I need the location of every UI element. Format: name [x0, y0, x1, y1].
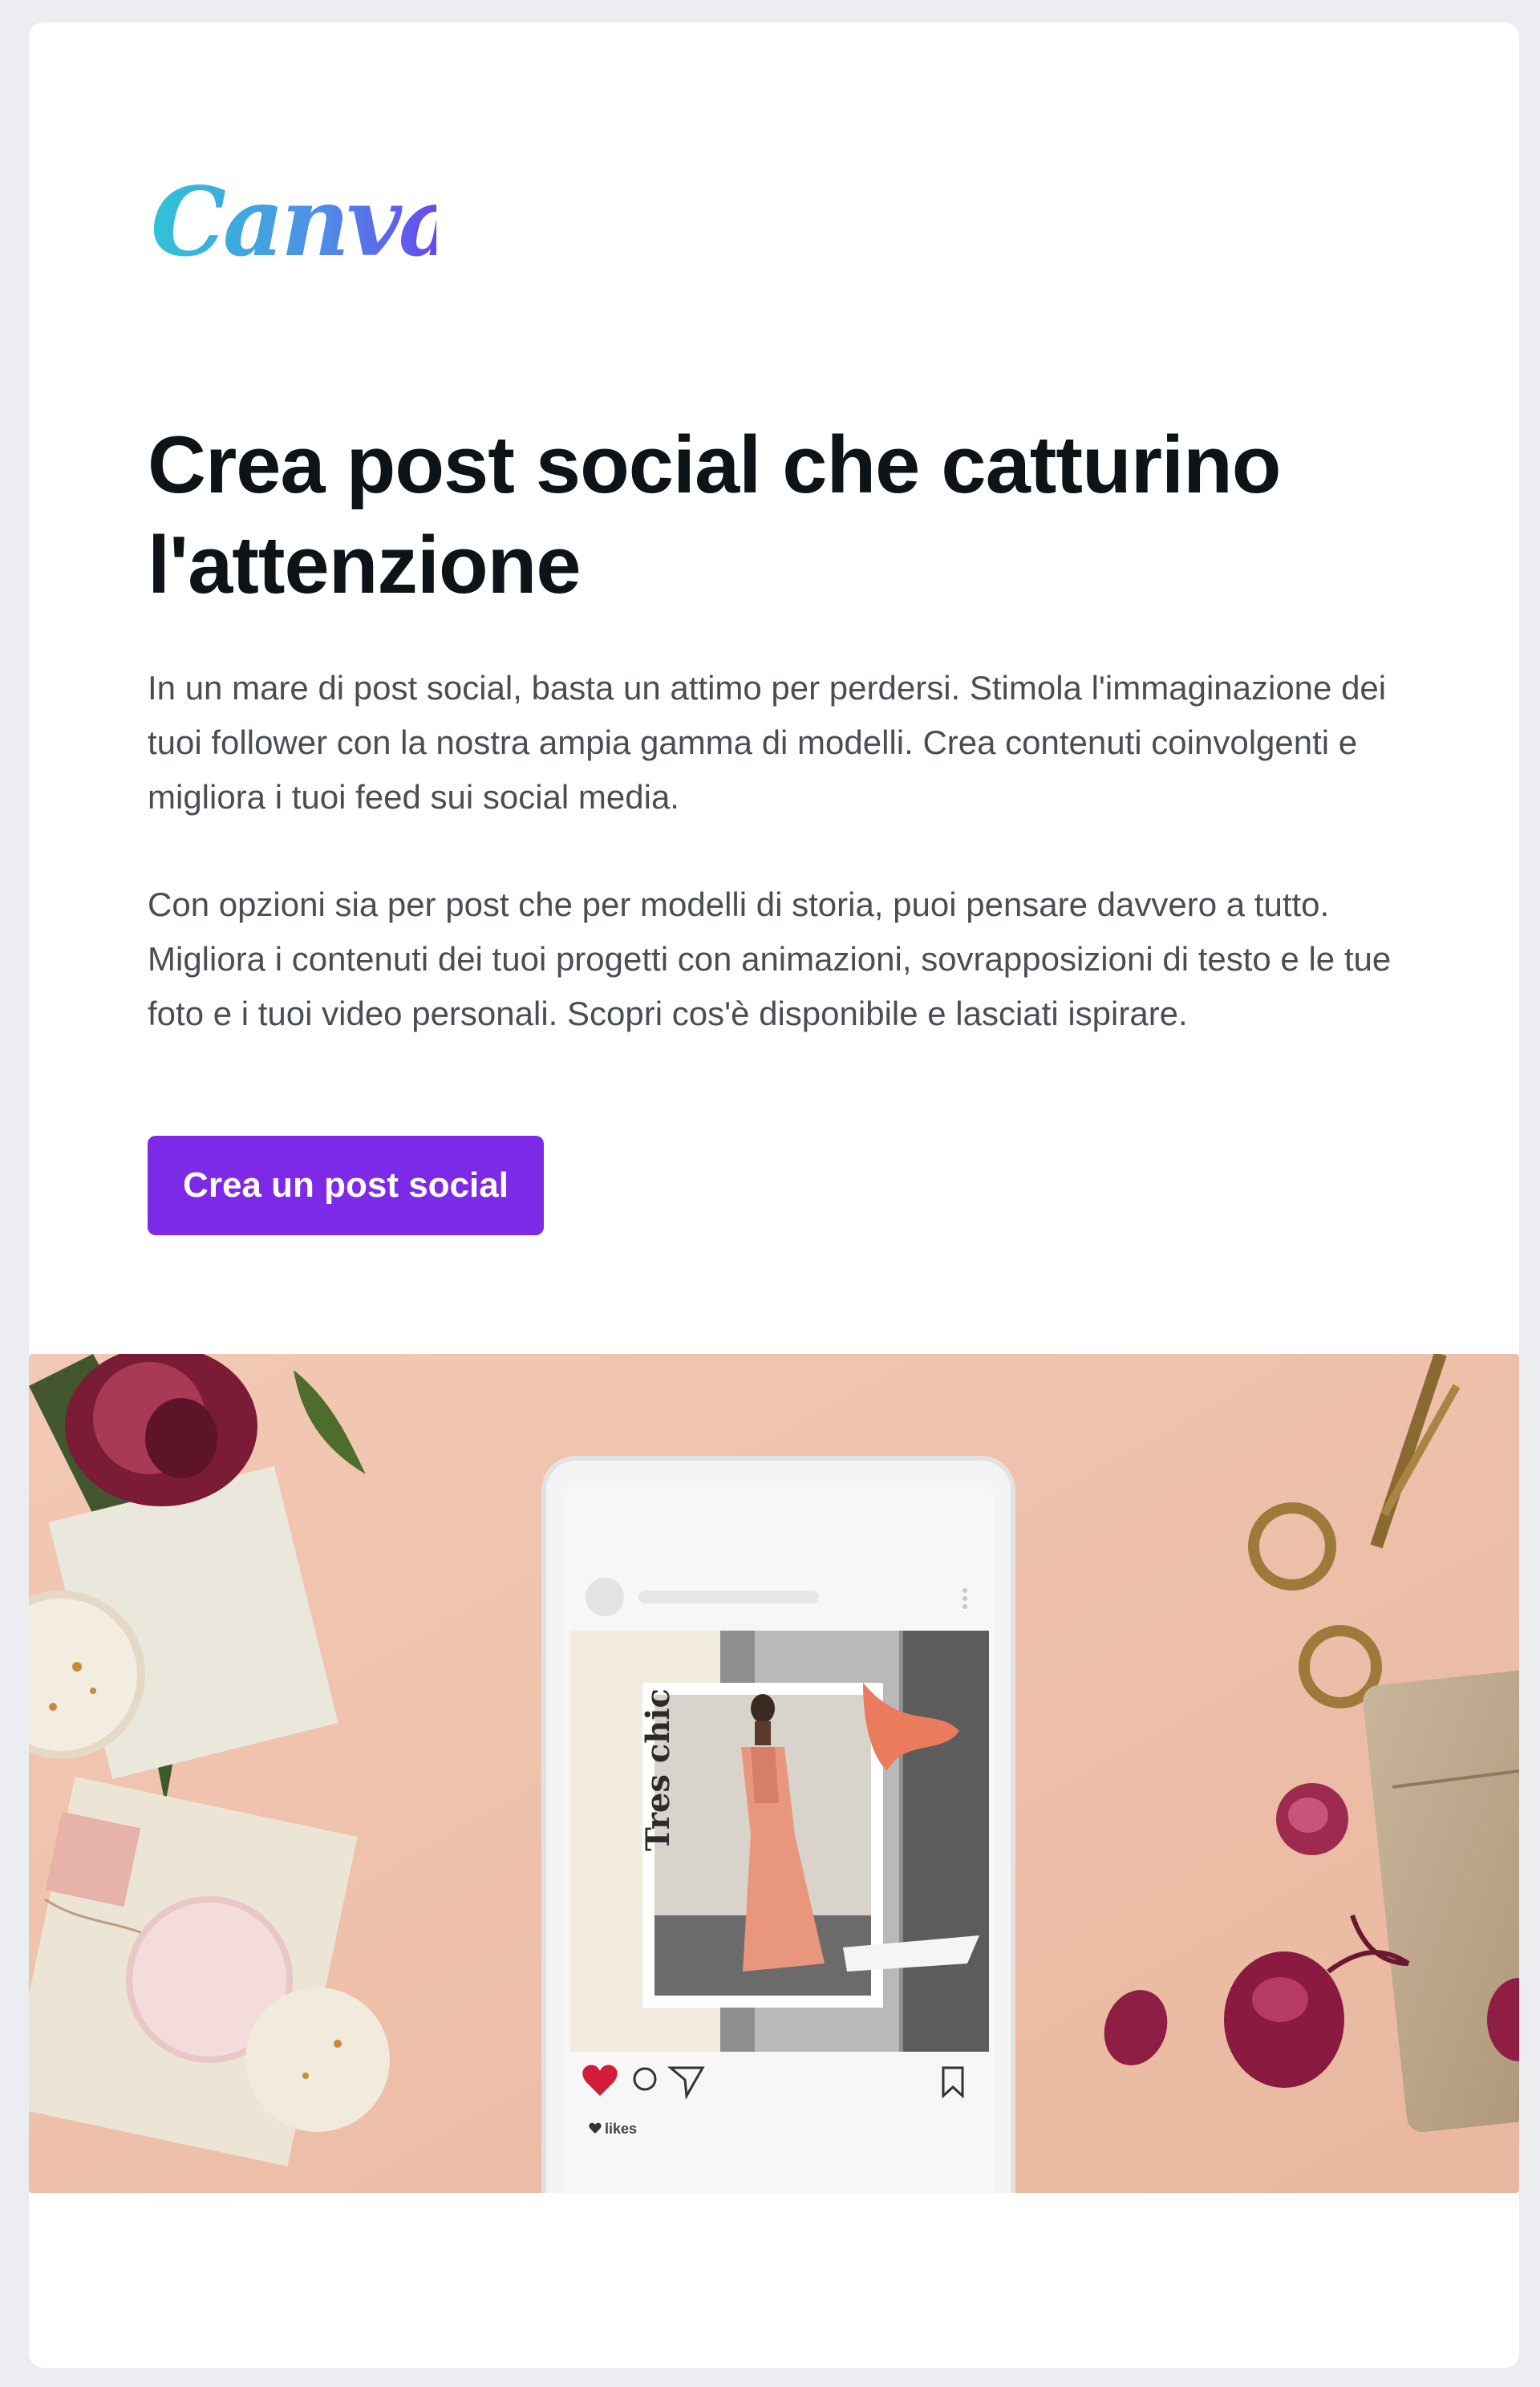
likes-label: likes	[605, 2121, 637, 2137]
canva-logo[interactable]: Canva	[148, 157, 436, 294]
details-paragraph: Con opzioni sia per post che per modelli…	[148, 886, 1392, 1032]
email-card: Canva Crea post social che catturino l'a…	[29, 22, 1519, 2368]
create-social-post-button[interactable]: Crea un post social	[148, 1136, 544, 1235]
canva-logo-wordmark: Canva	[151, 166, 436, 278]
logo-text: Canva	[151, 166, 436, 278]
post-overlay-text: Tres chic	[639, 1688, 677, 1851]
hero-illustration: Tres chic likes	[29, 1354, 1519, 2193]
macaron-cream-decoration	[245, 1988, 390, 2132]
intro-paragraph: In un mare di post social, basta un atti…	[148, 669, 1387, 816]
hero-image[interactable]: Tres chic likes	[29, 1354, 1519, 2193]
headline: Crea post social che catturino l'attenzi…	[148, 420, 1281, 610]
phone-mockup: Tres chic likes	[541, 1456, 1015, 2193]
